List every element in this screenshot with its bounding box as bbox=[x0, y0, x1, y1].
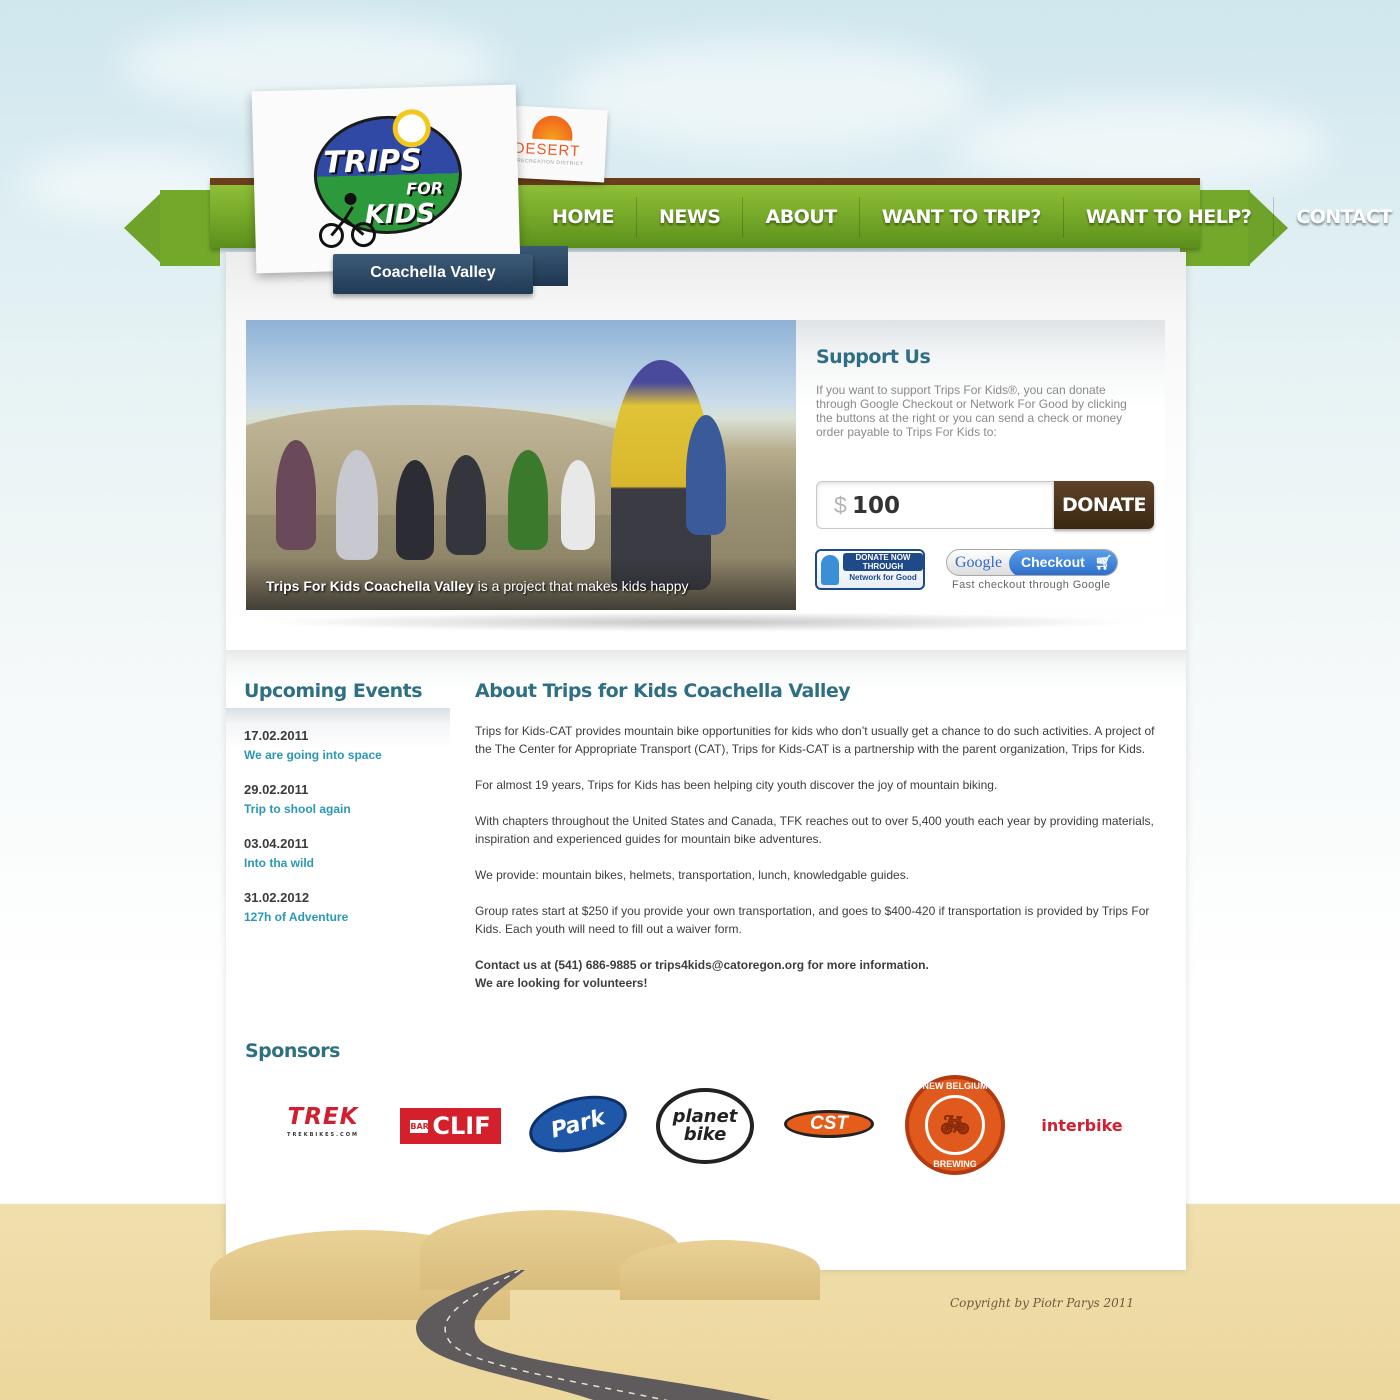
rider-figure bbox=[446, 455, 486, 555]
event-link[interactable]: We are going into space bbox=[244, 748, 382, 762]
network-for-good-button[interactable]: DONATE NOW THROUGH Network for Good bbox=[815, 549, 925, 590]
rider-figure bbox=[561, 460, 595, 550]
volunteers-line: We are looking for volunteers! bbox=[475, 976, 648, 990]
about-paragraph: Group rates start at $250 if you provide… bbox=[475, 904, 1150, 936]
copyright: Copyright by Piotr Parys 2011 bbox=[950, 1296, 1134, 1310]
google-word: Google bbox=[955, 554, 1003, 571]
about-paragraph: We provide: mountain bikes, helmets, tra… bbox=[475, 868, 910, 882]
event-link[interactable]: 127h of Adventure bbox=[244, 910, 348, 924]
logo-word-trips: TRIPS bbox=[323, 143, 423, 181]
contact-line: Contact us at (541) 686-9885 or trips4ki… bbox=[475, 958, 929, 972]
about-paragraph: Trips for Kids-CAT provides mountain bik… bbox=[475, 724, 1155, 756]
checkout-label: Checkout bbox=[1021, 554, 1085, 570]
trek-url: TREKBIKES.COM bbox=[287, 1132, 359, 1138]
google-checkout-caption: Fast checkout through Google bbox=[952, 579, 1111, 591]
bicycle-icon: 🚲︎ bbox=[925, 1095, 985, 1155]
nfg-bottom-label: Network for Good bbox=[849, 573, 917, 582]
event-item: 17.02.2011 We are going into space bbox=[244, 728, 382, 762]
sponsor-trek-logo[interactable]: TREK TREKBIKES.COM bbox=[272, 1106, 374, 1140]
region-label: Coachella Valley bbox=[333, 254, 533, 294]
bike-word: bike bbox=[683, 1124, 727, 1145]
google-checkout-button[interactable]: Google Checkout 🛒︎ bbox=[946, 549, 1118, 576]
rider-figure bbox=[276, 440, 316, 550]
donate-button[interactable]: DONATE bbox=[1054, 481, 1154, 529]
event-item: 03.04.2011 Into tha wild bbox=[244, 836, 314, 870]
rider-figure bbox=[508, 450, 548, 550]
nav-news[interactable]: NEWS bbox=[637, 196, 744, 237]
about-paragraph: For almost 19 years, Trips for Kids has … bbox=[475, 778, 998, 792]
person-icon bbox=[821, 555, 839, 585]
nav-home[interactable]: HOME bbox=[530, 196, 637, 237]
cloud bbox=[560, 40, 980, 150]
trek-word: TREK bbox=[287, 1104, 359, 1130]
sponsor-interbike-logo[interactable]: interbike bbox=[1030, 1112, 1134, 1138]
sponsor-cst-logo[interactable]: CST bbox=[784, 1110, 874, 1138]
rider-figure bbox=[686, 415, 726, 535]
event-date: 03.04.2011 bbox=[244, 836, 309, 851]
partner-name: DESERT bbox=[513, 139, 581, 161]
event-date: 29.02.2011 bbox=[244, 782, 309, 797]
event-link[interactable]: Trip to shool again bbox=[244, 802, 351, 816]
cyclist-icon bbox=[318, 192, 376, 248]
event-item: 29.02.2011 Trip to shool again bbox=[244, 782, 351, 816]
about-text: Trips for Kids-CAT provides mountain bik… bbox=[475, 722, 1165, 992]
events-title: Upcoming Events bbox=[244, 680, 423, 702]
nav-about[interactable]: ABOUT bbox=[743, 196, 860, 237]
support-title: Support Us bbox=[816, 346, 931, 368]
about-title: About Trips for Kids Coachella Valley bbox=[475, 680, 851, 702]
winding-road bbox=[416, 1270, 771, 1400]
nav-want-to-trip[interactable]: WANT TO TRIP? bbox=[860, 196, 1064, 237]
event-date: 31.02.2012 bbox=[244, 890, 310, 905]
nb-top-word: NEW BELGIUM bbox=[922, 1081, 988, 1091]
hero-caption: Trips For Kids Coachella Valley is a pro… bbox=[266, 578, 689, 594]
sun-icon bbox=[532, 114, 574, 141]
nb-bottom-word: BREWING bbox=[933, 1159, 977, 1169]
rider-figure bbox=[336, 450, 378, 560]
event-item: 31.02.2012 127h of Adventure bbox=[244, 890, 348, 924]
hero-caption-bold: Trips For Kids Coachella Valley bbox=[266, 578, 474, 594]
interbike-word: interbike bbox=[1041, 1115, 1123, 1135]
cart-icon: 🛒︎ bbox=[1094, 554, 1113, 570]
clif-word: CLIF bbox=[432, 1112, 491, 1140]
nav-contact[interactable]: CONTACT bbox=[1274, 197, 1400, 237]
rider-figure bbox=[396, 460, 434, 560]
donate-amount-input[interactable] bbox=[852, 488, 1042, 524]
about-paragraph: With chapters throughout the United Stat… bbox=[475, 814, 1154, 846]
trips-for-kids-logo[interactable]: TRIPS FOR KIDS bbox=[251, 84, 521, 274]
desert-recreation-logo[interactable]: DESERT RECREATION DISTRICT bbox=[508, 105, 608, 183]
sponsor-planet-bike-logo[interactable]: planet bike bbox=[656, 1088, 754, 1164]
event-date: 17.02.2011 bbox=[244, 728, 309, 743]
sponsors-title: Sponsors bbox=[245, 1040, 340, 1062]
clif-bar-word: BAR bbox=[410, 1119, 429, 1133]
hero-image: Trips For Kids Coachella Valley is a pro… bbox=[246, 320, 796, 610]
hero-caption-text: is a project that makes kids happy bbox=[473, 578, 689, 594]
checkout-pill: Checkout 🛒︎ bbox=[1009, 550, 1117, 575]
logo-word-for: FOR bbox=[406, 178, 444, 199]
cst-word: CST bbox=[810, 1113, 848, 1134]
sponsor-new-belgium-logo[interactable]: NEW BELGIUM 🚲︎ BREWING bbox=[905, 1075, 1005, 1175]
event-link[interactable]: Into tha wild bbox=[244, 856, 314, 870]
nav-want-to-help[interactable]: WANT TO HELP? bbox=[1064, 196, 1275, 237]
hero-shadow bbox=[260, 612, 1140, 632]
support-text: If you want to support Trips For Kids®, … bbox=[816, 383, 1127, 439]
park-word: Park bbox=[548, 1104, 608, 1144]
cloud bbox=[950, 100, 1330, 190]
currency-symbol: $ bbox=[834, 492, 847, 518]
main-nav: HOME NEWS ABOUT WANT TO TRIP? WANT TO HE… bbox=[530, 185, 1400, 248]
ribbon-tip-left bbox=[124, 190, 164, 266]
nfg-top-label: DONATE NOW THROUGH bbox=[843, 553, 923, 571]
sponsor-clif-logo[interactable]: BAR CLIF bbox=[400, 1108, 501, 1144]
